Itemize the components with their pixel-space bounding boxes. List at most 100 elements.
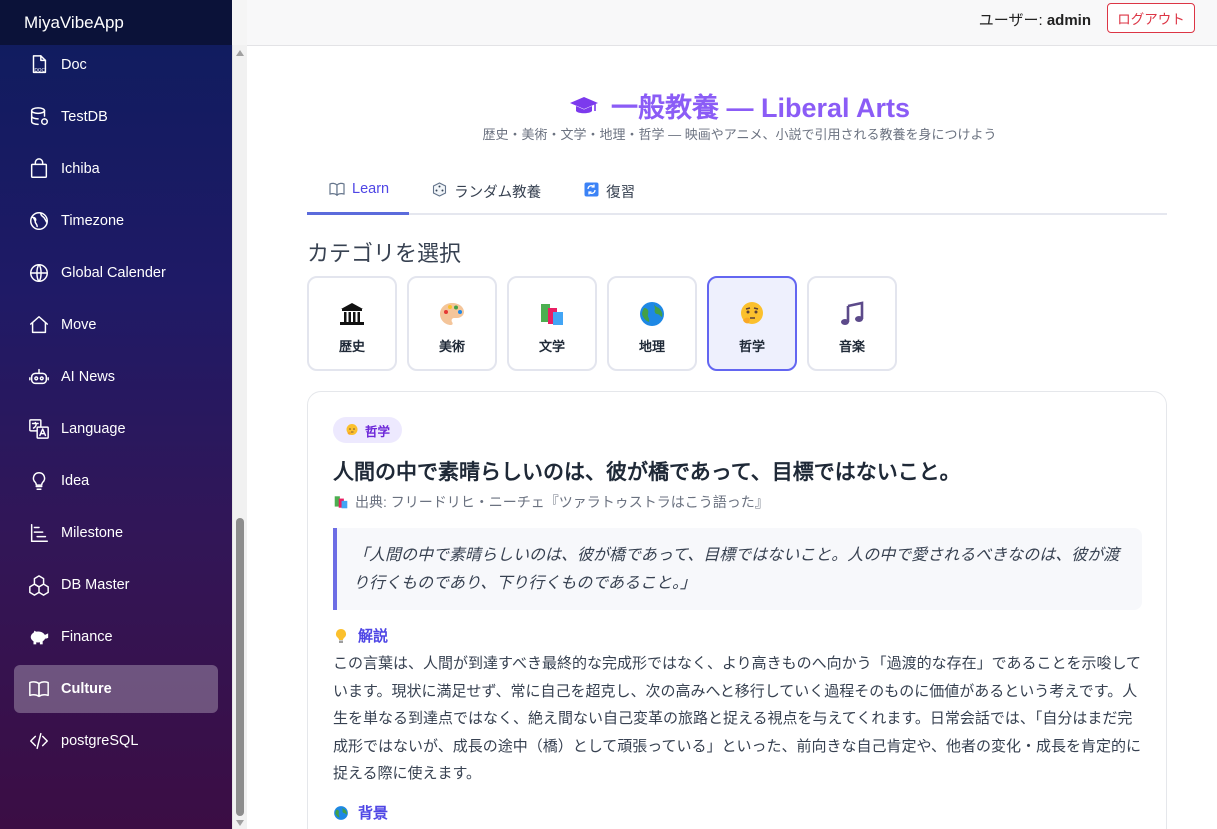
globe-icon (334, 805, 348, 820)
dice-icon (431, 181, 447, 197)
translate-icon (28, 418, 50, 440)
code-icon (28, 730, 50, 752)
graduation-cap-icon (569, 96, 598, 113)
quote-title: 人間の中で素晴らしいのは、彼が橋であって、目標ではないこと。 (333, 461, 961, 484)
music-note-icon (841, 301, 864, 325)
tab-review[interactable]: 復習 (561, 170, 655, 215)
sidebar-item-move[interactable]: Move (14, 301, 218, 349)
sidebar-item-label: TestDB (61, 109, 108, 125)
explain-heading: 解説 (333, 625, 388, 646)
tab-random[interactable]: ランダム教養 (409, 170, 561, 215)
quote-block: 「人間の中で素晴らしいのは、彼が橋であって、目標ではないこと。人の中で愛されるべ… (333, 528, 1142, 610)
sidebar-item-ichiba[interactable]: Ichiba (14, 145, 218, 193)
sidebar-item-label: postgreSQL (61, 733, 139, 749)
sidebar-item-label: Move (61, 317, 97, 333)
scrollbar-thumb[interactable] (236, 518, 244, 816)
category-list: 歴史 美術 文学 地理 哲学 音楽 (307, 276, 897, 371)
user-prefix: ユーザー: (978, 12, 1047, 29)
sidebar-item-doc[interactable]: DOC Doc (14, 41, 218, 89)
category-label: 文学 (538, 339, 565, 354)
sidebar-item-language[interactable]: Language (14, 405, 218, 453)
category-philosophy[interactable]: 哲学 (707, 276, 797, 371)
sidebar-item-postgresql[interactable]: postgreSQL (14, 717, 218, 765)
category-geography[interactable]: 地理 (607, 276, 697, 371)
sidebar-item-label: DB Master (61, 577, 130, 593)
sidebar-item-global-calender[interactable]: Global Calender (14, 249, 218, 297)
scroll-up-arrow-icon[interactable] (236, 50, 244, 56)
thinking-face-icon (346, 424, 358, 435)
background-heading-text: 背景 (358, 805, 389, 822)
sidebar-item-timezone[interactable]: Timezone (14, 197, 218, 245)
thinking-face-icon (741, 302, 763, 324)
cubes-icon (28, 574, 50, 596)
category-music[interactable]: 音楽 (807, 276, 897, 371)
refresh-icon (583, 181, 599, 197)
category-label: 音楽 (838, 339, 865, 354)
sidebar-item-label: Timezone (61, 213, 125, 229)
book-icon (28, 678, 50, 700)
books-icon (334, 496, 348, 509)
sidebar-item-label: Idea (61, 473, 90, 489)
category-label: 歴史 (338, 339, 365, 354)
user-info: ユーザー: admin (979, 9, 1091, 30)
tab-label: ランダム教養 (454, 185, 542, 201)
category-badge: 哲学 (333, 417, 403, 443)
source-text: 出典: フリードリヒ・ニーチェ『ツァラトゥストラはこう語った』 (355, 494, 769, 510)
sidebar-item-idea[interactable]: Idea (14, 457, 218, 505)
explain-heading-text: 解説 (358, 628, 389, 645)
main-content: 一般教養 — Liberal Arts 歴史・美術・文学・地理・哲学 — 映画や… (247, 46, 1217, 829)
sidebar-scrollbar[interactable] (232, 45, 247, 829)
sidebar-item-label: Milestone (61, 525, 124, 541)
sidebar-item-milestone[interactable]: Milestone (14, 509, 218, 557)
sidebar-item-label: Global Calender (61, 265, 166, 281)
doc-icon: DOC (28, 54, 50, 76)
sidebar-item-label: Finance (61, 629, 113, 645)
piggy-bank-icon (28, 626, 50, 648)
sidebar-item-label: Culture (61, 681, 112, 697)
page-title-text: 一般教養 — Liberal Arts (610, 93, 911, 123)
palette-icon (440, 303, 464, 325)
books-icon (541, 304, 563, 325)
page-title: 一般教養 — Liberal Arts (247, 86, 1217, 125)
sidebar-item-testdb[interactable]: TestDB (14, 93, 218, 141)
tab-learn[interactable]: Learn (307, 170, 410, 215)
sidebar: MiyaVibeApp DOC Doc TestDB Ichiba Timezo… (0, 0, 232, 829)
home-icon (28, 314, 50, 336)
quote-source: 出典: フリードリヒ・ニーチェ『ツァラトゥストラはこう語った』 (333, 492, 769, 512)
sidebar-item-label: Ichiba (61, 161, 100, 177)
culture-card: 哲学 人間の中で素晴らしいのは、彼が橋であって、目標ではないこと。 出典: フリ… (307, 391, 1167, 829)
lightbulb-icon (28, 470, 50, 492)
scroll-down-arrow-icon[interactable] (236, 820, 244, 826)
category-label: 哲学 (738, 339, 765, 354)
top-bar: ユーザー: admin ログアウト (247, 0, 1217, 46)
page-subtitle: 歴史・美術・文学・地理・哲学 — 映画やアニメ、小説で引用される教養を身につけよ… (482, 127, 997, 142)
database-icon (28, 106, 50, 128)
classical-building-icon (340, 303, 364, 325)
sidebar-item-label: AI News (61, 369, 115, 385)
sidebar-item-label: Doc (61, 57, 87, 73)
sidebar-item-ai-news[interactable]: AI News (14, 353, 218, 401)
sidebar-nav: DOC Doc TestDB Ichiba Timezone Global Ca… (0, 37, 232, 769)
sidebar-item-db-master[interactable]: DB Master (14, 561, 218, 609)
badge-label: 哲学 (365, 424, 391, 439)
logout-button[interactable]: ログアウト (1107, 3, 1195, 33)
globe-icon (640, 302, 664, 326)
world-icon (28, 262, 50, 284)
background-heading: 背景 (333, 802, 388, 823)
category-history[interactable]: 歴史 (307, 276, 397, 371)
tab-bar: Learn ランダム教養 復習 (307, 170, 1167, 215)
sidebar-item-label: Language (61, 421, 126, 437)
sidebar-item-culture[interactable]: Culture (14, 665, 218, 713)
tab-label: Learn (352, 181, 390, 197)
globe-icon (28, 210, 50, 232)
milestone-icon (28, 522, 50, 544)
robot-icon (28, 366, 50, 388)
category-literature[interactable]: 文学 (507, 276, 597, 371)
shopping-bag-icon (28, 158, 50, 180)
tab-label: 復習 (606, 185, 636, 201)
category-label: 美術 (438, 339, 465, 354)
category-art[interactable]: 美術 (407, 276, 497, 371)
category-heading: カテゴリを選択 (307, 241, 462, 266)
sidebar-item-finance[interactable]: Finance (14, 613, 218, 661)
book-icon (329, 181, 345, 197)
